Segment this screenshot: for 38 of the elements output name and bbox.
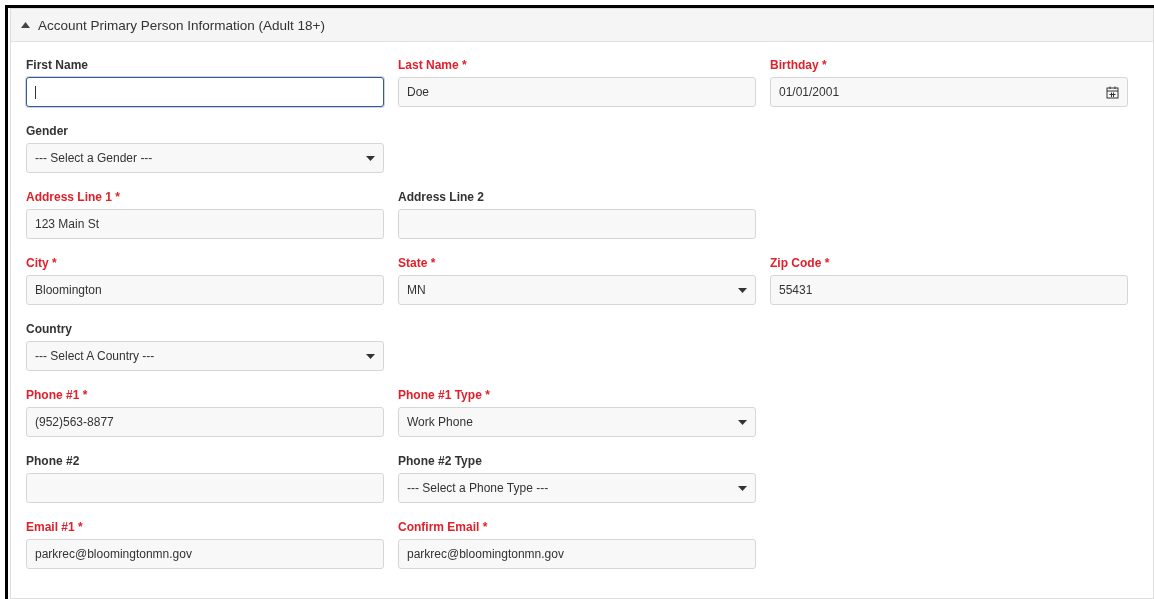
collapse-caret-icon bbox=[21, 22, 30, 28]
field-label: Confirm Email * bbox=[398, 520, 488, 534]
field-label: Last Name * bbox=[398, 58, 467, 72]
text-field[interactable]: parkrec@bloomingtonmn.gov bbox=[398, 539, 756, 569]
text-field[interactable]: (952)563-8877 bbox=[26, 407, 384, 437]
field-label: Phone #1 Type * bbox=[398, 388, 490, 402]
text-field[interactable]: Doe bbox=[398, 77, 756, 107]
select-field[interactable]: MN bbox=[398, 275, 756, 305]
field-label: First Name bbox=[26, 58, 89, 72]
field-label: Address Line 1 * bbox=[26, 190, 121, 204]
dropdown-arrow-icon bbox=[738, 485, 747, 491]
field-label: Phone #1 * bbox=[26, 388, 88, 402]
text-field[interactable]: 123 Main St bbox=[26, 209, 384, 239]
field-label: Gender bbox=[26, 124, 68, 138]
text-field[interactable] bbox=[26, 77, 384, 107]
select-field[interactable]: --- Select a Gender --- bbox=[26, 143, 384, 173]
text-field[interactable]: 55431 bbox=[770, 275, 1128, 305]
field-label: Email #1 * bbox=[26, 520, 83, 534]
select-field[interactable]: --- Select a Phone Type --- bbox=[398, 473, 756, 503]
field-label: Country bbox=[26, 322, 72, 336]
text-field[interactable]: Bloomington bbox=[26, 275, 384, 305]
select-field[interactable]: Work Phone bbox=[398, 407, 756, 437]
dropdown-arrow-icon bbox=[366, 155, 375, 161]
date-field[interactable]: 01/01/2001 bbox=[770, 77, 1128, 107]
dropdown-arrow-icon bbox=[366, 353, 375, 359]
field-label: City * bbox=[26, 256, 57, 270]
field-label: State * bbox=[398, 256, 436, 270]
calendar-icon[interactable] bbox=[1106, 85, 1119, 99]
dropdown-arrow-icon bbox=[738, 287, 747, 293]
field-label: Birthday * bbox=[770, 58, 827, 72]
section-header[interactable]: Account Primary Person Information (Adult 18+) bbox=[11, 9, 1153, 42]
text-field[interactable]: parkrec@bloomingtonmn.gov bbox=[26, 539, 384, 569]
select-field[interactable]: --- Select A Country --- bbox=[26, 341, 384, 371]
field-label: Phone #2 bbox=[26, 454, 80, 468]
dropdown-arrow-icon bbox=[738, 419, 747, 425]
field-label: Address Line 2 bbox=[398, 190, 485, 204]
field-label: Zip Code * bbox=[770, 256, 830, 270]
field-label: Phone #2 Type bbox=[398, 454, 482, 468]
